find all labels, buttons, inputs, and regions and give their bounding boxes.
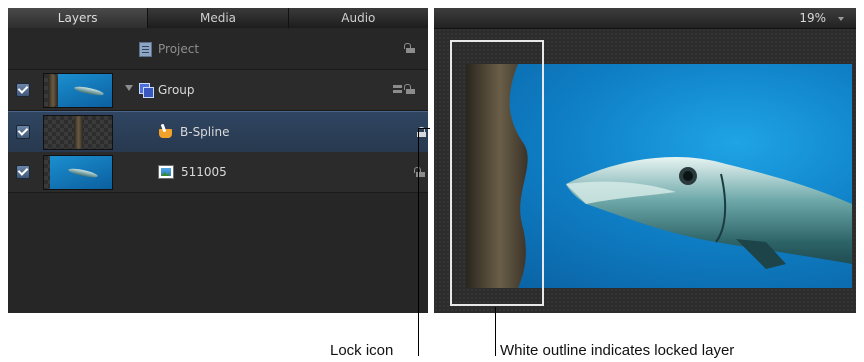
- layer-thumbnail: [43, 115, 113, 150]
- group-type-icon: [393, 85, 402, 93]
- panel-tabs: Layers Media Audio: [8, 8, 428, 28]
- tab-media[interactable]: Media: [148, 8, 289, 28]
- lock-callout-line: [418, 128, 430, 129]
- zoom-menu-icon[interactable]: [838, 17, 844, 21]
- layer-row-project[interactable]: Project: [8, 29, 428, 70]
- image-icon: [158, 165, 174, 179]
- barracuda-fish: [566, 156, 852, 269]
- disclosure-triangle-icon[interactable]: [125, 85, 133, 91]
- activation-checkbox[interactable]: [16, 83, 30, 97]
- activation-checkbox[interactable]: [16, 165, 30, 179]
- layer-label-project: Project: [158, 42, 200, 56]
- callout-locked-outline: White outline indicates locked layer: [500, 342, 735, 359]
- unlock-icon[interactable]: [404, 84, 415, 94]
- zoom-level[interactable]: 19%: [799, 11, 826, 25]
- layer-row-bspline[interactable]: B-Spline: [8, 111, 428, 153]
- layer-label-group: Group: [158, 83, 195, 97]
- layer-row-511005[interactable]: 511005: [8, 152, 428, 193]
- canvas-toolbar: 19%: [434, 8, 856, 29]
- activation-checkbox[interactable]: [16, 125, 30, 139]
- group-icon: [139, 83, 154, 98]
- unlock-icon[interactable]: [404, 43, 415, 53]
- tab-audio[interactable]: Audio: [289, 8, 428, 28]
- layer-thumbnail: [43, 155, 113, 190]
- callout-lock-icon: Lock icon: [330, 342, 394, 359]
- lock-callout-line: [418, 128, 419, 356]
- layer-label-511005: 511005: [181, 165, 227, 179]
- layer-thumbnail: [43, 73, 113, 108]
- shape-icon: [158, 123, 173, 138]
- layers-panel: Layers Media Audio Project Group B-Splin…: [8, 8, 428, 313]
- outline-callout-line: [495, 307, 496, 356]
- tab-layers[interactable]: Layers: [8, 8, 149, 28]
- project-icon: [139, 42, 152, 57]
- layer-row-group[interactable]: Group: [8, 70, 428, 111]
- locked-layer-outline: [450, 40, 544, 306]
- layer-label-bspline: B-Spline: [180, 125, 230, 139]
- canvas-panel: 19%: [434, 8, 856, 313]
